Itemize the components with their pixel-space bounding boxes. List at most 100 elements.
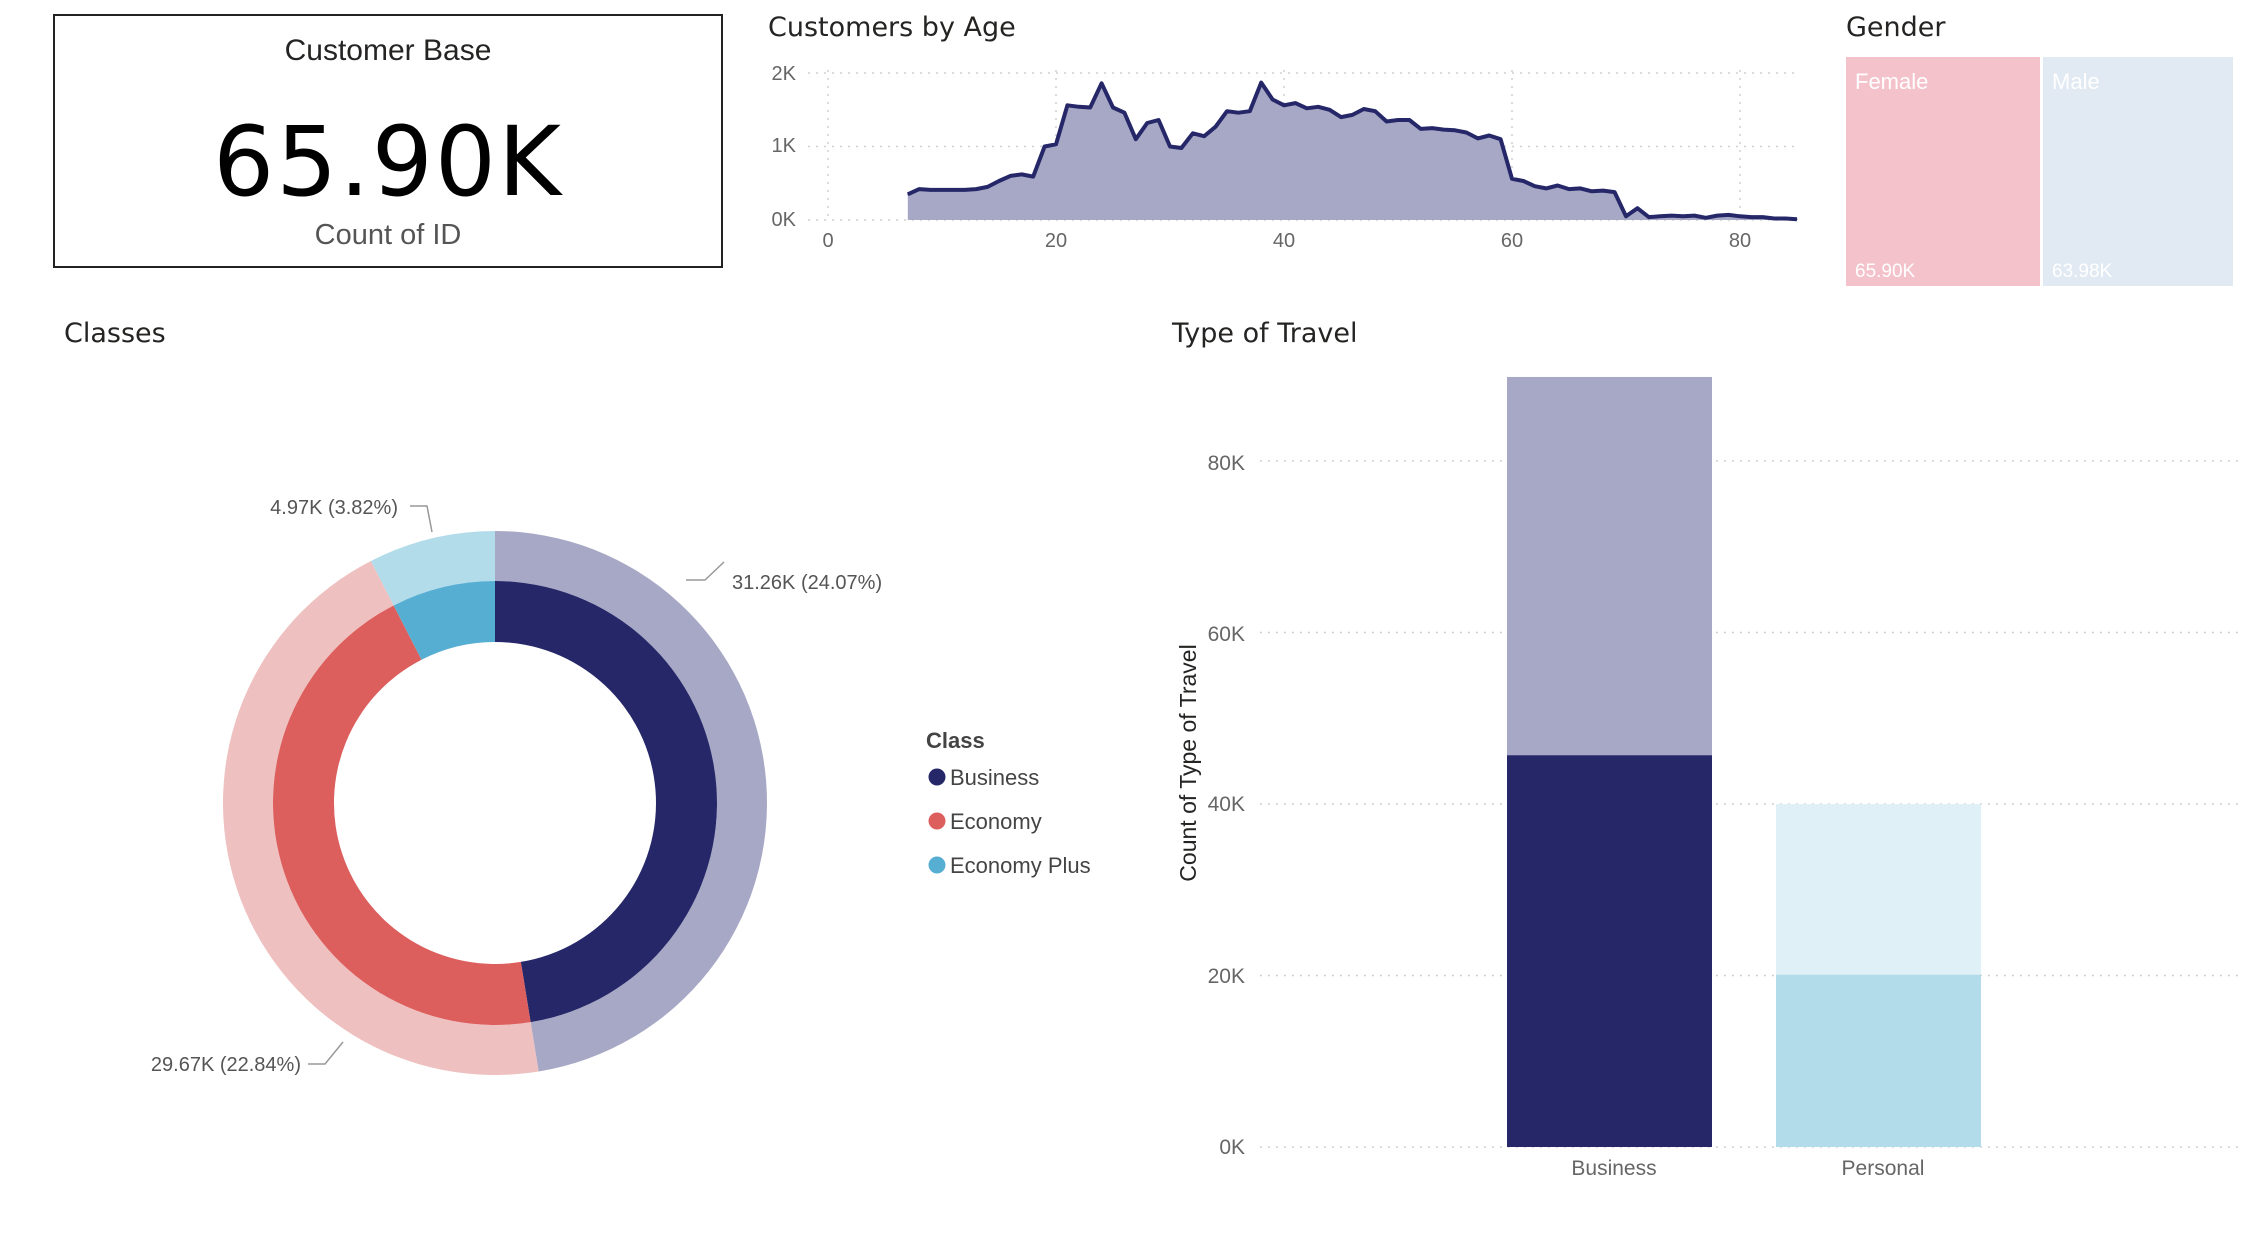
age-data-point (1477, 137, 1479, 139)
age-data-point (1078, 106, 1080, 108)
age-data-point (1545, 187, 1547, 189)
legend-marker-economy (928, 812, 946, 830)
age-data-point (1169, 146, 1171, 147)
age-x-tick: 60 (1501, 230, 1523, 252)
travel-title: Type of Travel (1172, 318, 1358, 349)
age-data-point (1397, 119, 1399, 121)
age-data-point (1021, 173, 1023, 175)
age-data-point (930, 189, 932, 191)
age-data-point (1351, 114, 1353, 116)
age-data-point (1465, 132, 1467, 134)
age-data-point (1773, 218, 1775, 220)
age-data-point (1693, 215, 1695, 217)
travel-y-axis-title: Count of Type of Travel (1175, 644, 1201, 881)
age-data-point (1785, 218, 1787, 220)
legend-item-business[interactable]: Business (950, 765, 1039, 790)
age-data-point (1659, 215, 1661, 217)
age-data-point (1066, 104, 1068, 106)
age-data-point (1488, 134, 1490, 136)
age-data-point (1762, 216, 1764, 218)
legend-title: Class (926, 728, 985, 753)
travel-y-tick: 40K (1208, 793, 1245, 816)
age-data-point (1636, 207, 1638, 209)
age-data-point (1317, 106, 1319, 108)
age-data-point (1226, 110, 1228, 112)
age-data-point (1534, 185, 1536, 187)
travel-y-tick: 20K (1208, 965, 1245, 988)
age-data-point (987, 186, 989, 188)
leader-line (686, 561, 725, 581)
age-data-point (1557, 184, 1559, 186)
age-data-point (1671, 215, 1673, 217)
customer-base-card[interactable]: Customer Base 65.90K Count of ID (53, 14, 723, 268)
age-data-point (1249, 110, 1251, 112)
age-data-point (1158, 119, 1160, 121)
leader-line (410, 505, 433, 533)
type-of-travel-chart[interactable]: 80K 60K 40K 20K 0K Business Personal Cou… (1160, 360, 2240, 1190)
travel-bar-business-segment-1[interactable] (1507, 755, 1712, 1147)
age-data-point (1192, 132, 1194, 134)
customers-by-age-chart[interactable]: 2K 1K 0K 0 20 40 60 80 (760, 50, 1820, 260)
age-data-point (1272, 98, 1274, 100)
travel-bar-business-segment-2[interactable] (1507, 376, 1712, 756)
treemap-value-male: 63.98K (2052, 261, 2113, 282)
travel-x-tick-business: Business (1571, 1157, 1656, 1180)
treemap-label-male: Male (2052, 69, 2100, 94)
age-data-point (1009, 175, 1011, 177)
gender-title: Gender (1846, 12, 1946, 43)
age-x-tick: 40 (1273, 230, 1295, 252)
gender-treemap[interactable]: Female 65.90K Male 63.98K (1846, 57, 2236, 287)
legend-item-economy[interactable]: Economy (950, 809, 1042, 834)
age-y-tick: 2K (772, 63, 797, 85)
age-data-point (1739, 215, 1741, 217)
age-data-point (975, 188, 977, 190)
age-x-tick: 0 (822, 230, 833, 252)
classes-title: Classes (64, 318, 166, 349)
age-data-point (907, 193, 909, 195)
age-data-point (1055, 143, 1057, 145)
age-data-point (1511, 178, 1513, 180)
age-data-point (1648, 216, 1650, 218)
age-chart-title: Customers by Age (768, 12, 1016, 43)
travel-y-tick: 80K (1208, 452, 1245, 475)
age-data-point (1625, 215, 1627, 217)
age-data-point (1431, 127, 1433, 129)
travel-y-tick: 0K (1219, 1136, 1245, 1159)
age-data-point (1101, 82, 1103, 84)
age-data-point (1591, 190, 1593, 192)
legend-item-economy-plus[interactable]: Economy Plus (950, 853, 1091, 878)
age-y-tick: 1K (772, 135, 797, 157)
age-data-point (941, 189, 943, 191)
age-data-point (918, 188, 920, 190)
age-data-point (1682, 215, 1684, 217)
age-data-point (1443, 129, 1445, 131)
age-data-point (964, 189, 966, 191)
age-data-point (1522, 180, 1524, 182)
age-data-point (998, 180, 1000, 182)
age-data-point (1568, 188, 1570, 190)
donut-label-economy-plus: 4.97K (3.82%) (270, 497, 398, 519)
travel-x-tick-personal: Personal (1842, 1157, 1925, 1180)
age-data-point (1329, 109, 1331, 111)
age-data-point (1306, 107, 1308, 109)
age-data-point (1750, 216, 1752, 218)
card-title: Customer Base (284, 34, 492, 67)
age-data-point (1146, 122, 1148, 124)
donut-label-economy: 29.67K (22.84%) (151, 1054, 301, 1076)
age-data-point (1123, 112, 1125, 114)
age-data-point (1340, 116, 1342, 118)
age-data-point (1614, 191, 1616, 193)
travel-bar-personal-segment-2[interactable] (1776, 804, 1981, 975)
treemap-value-female: 65.90K (1855, 261, 1916, 282)
donut-label-business: 31.26K (24.07%) (732, 572, 882, 594)
age-x-tick: 80 (1729, 230, 1751, 252)
card-subtitle: Count of ID (314, 219, 462, 251)
travel-bar-personal-segment-1[interactable] (1776, 974, 1981, 1147)
classes-donut-chart[interactable]: 4.97K (3.82%) 31.26K (24.07%) 29.67K (22… (0, 450, 1150, 1110)
age-data-point (1602, 190, 1604, 192)
age-data-point (1260, 82, 1262, 84)
legend-marker-business (928, 768, 946, 786)
age-data-point (1716, 215, 1718, 217)
age-data-point (1408, 119, 1410, 121)
age-x-tick: 20 (1045, 230, 1067, 252)
